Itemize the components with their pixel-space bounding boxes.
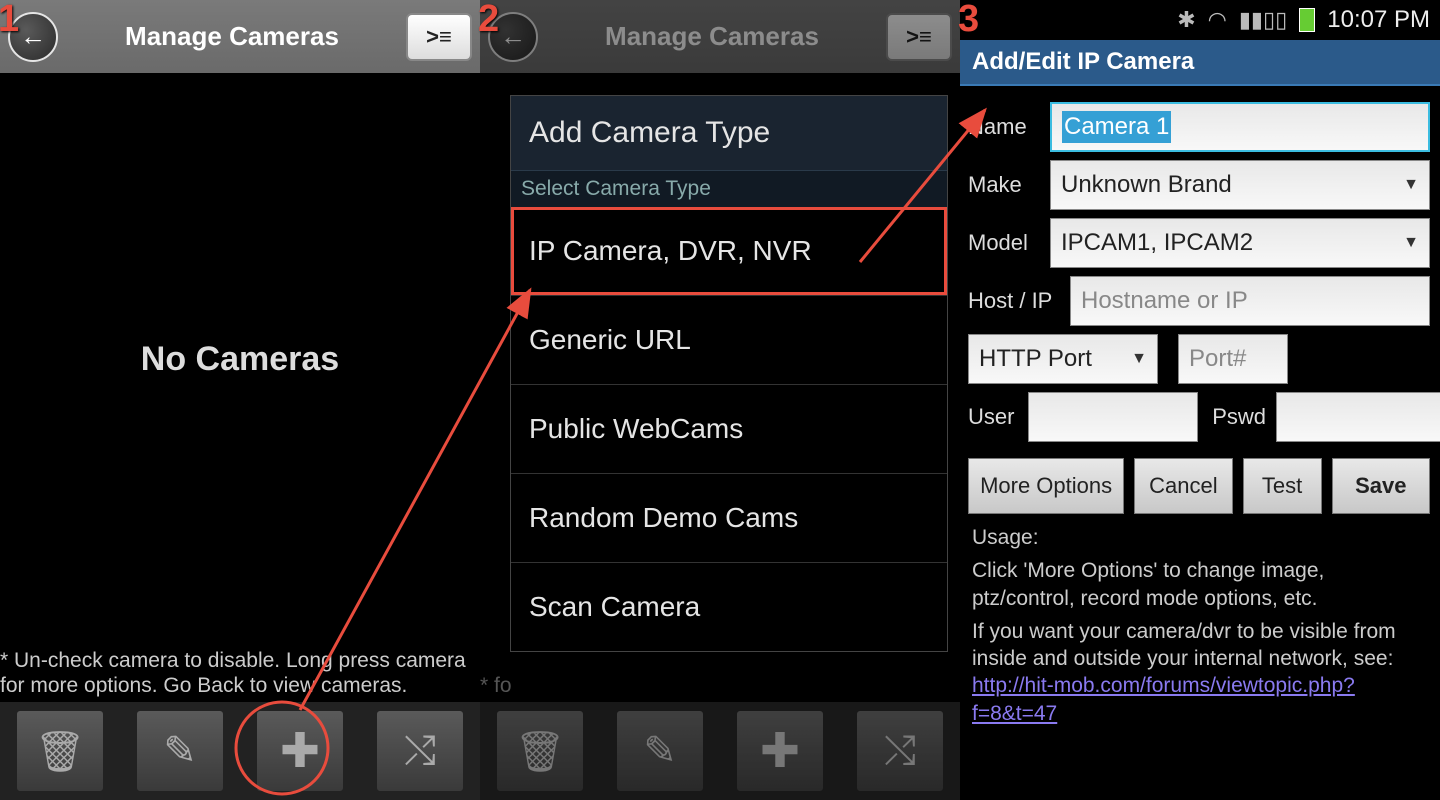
make-label: Make (968, 172, 1040, 198)
add-icon[interactable]: ✚ (256, 710, 344, 792)
pswd-label: Pswd (1208, 404, 1266, 430)
user-field[interactable] (1028, 392, 1198, 442)
shuffle-icon[interactable]: ⤭ (856, 710, 944, 792)
android-status-bar: ✱ ◠ ▮▮▯▯ 10:07 PM (960, 0, 1440, 40)
pswd-field[interactable] (1276, 392, 1440, 442)
camera-type-public-webcams[interactable]: Public WebCams (511, 384, 947, 473)
bluetooth-icon: ✱ (1177, 7, 1195, 33)
hint-text-dim: * fo (480, 673, 950, 698)
wifi-icon: ◠ (1208, 7, 1227, 33)
hint-text: * Un-check camera to disable. Long press… (0, 648, 470, 698)
host-label: Host / IP (968, 288, 1060, 314)
usage-line2-text: If you want your camera/dvr to be visibl… (972, 620, 1396, 670)
menu-button[interactable]: >≡ (406, 13, 472, 61)
section-header: Add/Edit IP Camera (960, 40, 1440, 86)
camera-type-ip[interactable]: IP Camera, DVR, NVR (511, 207, 947, 295)
usage-line2: If you want your camera/dvr to be visibl… (972, 618, 1426, 727)
delete-icon[interactable]: 🗑 (496, 710, 584, 792)
shuffle-icon[interactable]: ⤭ (376, 710, 464, 792)
step-badge-2: 2 (478, 0, 508, 40)
topbar-title: Manage Cameras (125, 21, 339, 52)
form-area: Name Camera 1 Make Unknown Brand ▼ Model… (960, 86, 1440, 727)
cancel-button[interactable]: Cancel (1134, 458, 1232, 514)
save-button[interactable]: Save (1332, 458, 1430, 514)
bottom-toolbar: 🗑 ✎ ✚ ⤭ (0, 702, 480, 800)
no-cameras-label: No Cameras (0, 340, 480, 379)
topbar: ← Manage Cameras >≡ (0, 0, 480, 73)
panel-3-add-edit-ip-camera: 3 ✱ ◠ ▮▮▯▯ 10:07 PM Add/Edit IP Camera N… (960, 0, 1440, 800)
panel-1-manage-cameras: 1 ← Manage Cameras >≡ No Cameras * Un-ch… (0, 0, 480, 800)
dialog-subtitle: Select Camera Type (511, 170, 947, 207)
usage-link[interactable]: http://hit-mob.com/forums/viewtopic.php?… (972, 674, 1355, 724)
battery-icon (1299, 8, 1315, 32)
usage-line1: Click 'More Options' to change image, pt… (972, 557, 1426, 612)
name-field[interactable]: Camera 1 (1050, 102, 1430, 152)
status-time: 10:07 PM (1327, 6, 1430, 34)
port-field[interactable]: Port# (1178, 334, 1288, 384)
dialog-title: Add Camera Type (511, 96, 947, 170)
chevron-down-icon: ▼ (1403, 234, 1419, 252)
chevron-down-icon: ▼ (1403, 176, 1419, 194)
edit-icon[interactable]: ✎ (616, 710, 704, 792)
camera-type-generic-url[interactable]: Generic URL (511, 295, 947, 384)
step-badge-3: 3 (958, 0, 988, 40)
menu-button[interactable]: >≡ (886, 13, 952, 61)
name-label: Name (968, 114, 1040, 140)
make-value: Unknown Brand (1061, 171, 1232, 199)
delete-icon[interactable]: 🗑 (16, 710, 104, 792)
signal-icon: ▮▮▯▯ (1239, 7, 1287, 33)
usage-title: Usage: (972, 524, 1426, 551)
more-options-button[interactable]: More Options (968, 458, 1124, 514)
edit-icon[interactable]: ✎ (136, 710, 224, 792)
step-badge-1: 1 (0, 0, 28, 40)
panel-2-add-camera-type: 2 ← Manage Cameras >≡ No Cameras * fo 🗑 … (480, 0, 960, 800)
make-select[interactable]: Unknown Brand ▼ (1050, 160, 1430, 210)
test-button[interactable]: Test (1243, 458, 1322, 514)
chevron-down-icon: ▼ (1131, 350, 1147, 368)
topbar-dim: ← Manage Cameras >≡ (480, 0, 960, 73)
camera-type-random-demo[interactable]: Random Demo Cams (511, 473, 947, 562)
name-value: Camera 1 (1062, 111, 1171, 143)
add-icon[interactable]: ✚ (736, 710, 824, 792)
host-field[interactable]: Hostname or IP (1070, 276, 1430, 326)
topbar-title: Manage Cameras (605, 21, 819, 52)
port-type-select[interactable]: HTTP Port ▼ (968, 334, 1158, 384)
port-type-value: HTTP Port (979, 345, 1092, 373)
user-label: User (968, 404, 1018, 430)
bottom-toolbar-dim: 🗑 ✎ ✚ ⤭ (480, 702, 960, 800)
model-label: Model (968, 230, 1040, 256)
camera-type-scan[interactable]: Scan Camera (511, 562, 947, 651)
add-camera-type-dialog: Add Camera Type Select Camera Type IP Ca… (510, 95, 948, 652)
model-value: IPCAM1, IPCAM2 (1061, 229, 1253, 257)
model-select[interactable]: IPCAM1, IPCAM2 ▼ (1050, 218, 1430, 268)
